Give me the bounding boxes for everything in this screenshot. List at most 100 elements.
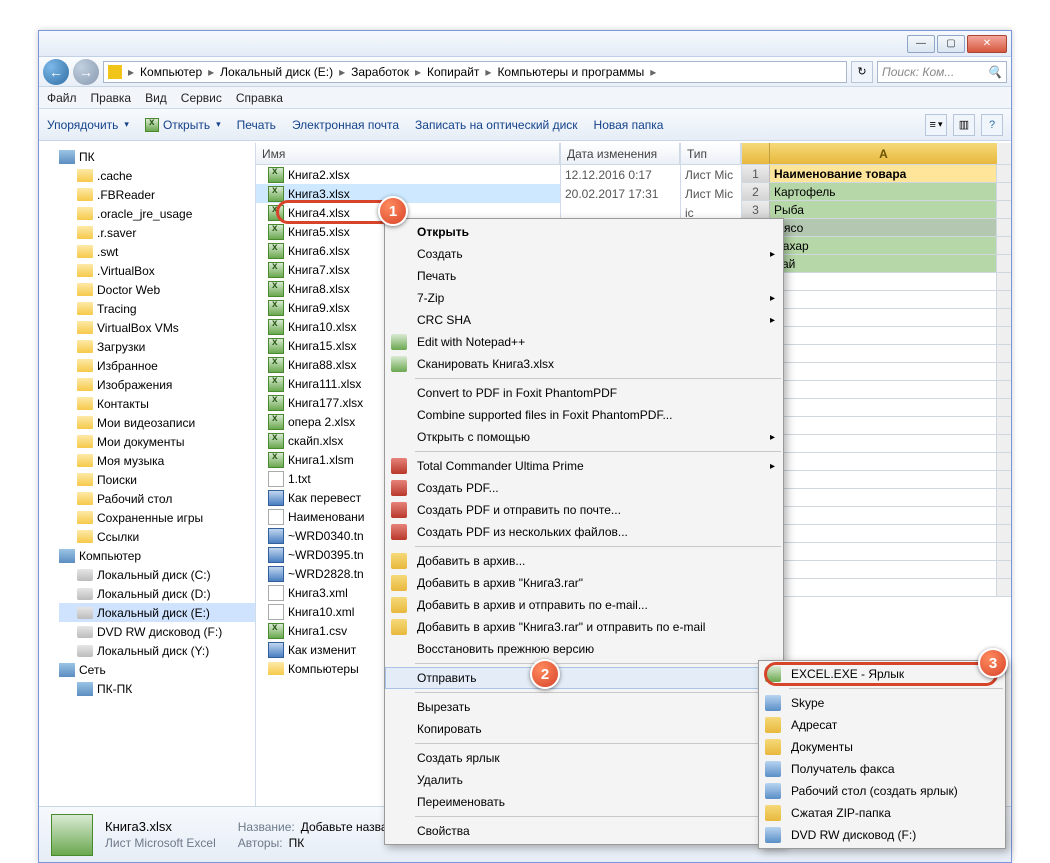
tree-item[interactable]: .oracle_jre_usage [59,204,255,223]
col-name[interactable]: Имя [256,143,560,164]
menu-item[interactable]: Получатель факса [759,758,1005,780]
menu-item[interactable]: Добавить в архив и отправить по e-mail..… [385,594,783,616]
preview-cell[interactable]: Сахар [770,237,997,254]
menu-view[interactable]: Вид [145,91,167,105]
col-type[interactable]: Тип [681,143,741,164]
menu-item[interactable]: CRC SHA [385,309,783,331]
menu-item[interactable]: Добавить в архив... [385,550,783,572]
file-row[interactable]: Книга3.xlsx [256,184,560,203]
tree-item[interactable]: Изображения [59,375,255,394]
menu-item[interactable]: Документы [759,736,1005,758]
preview-cell[interactable] [770,525,997,542]
menu-item[interactable]: Отправить [385,667,783,689]
scrollbar[interactable] [997,143,1011,164]
menu-edit[interactable]: Правка [91,91,132,105]
tree-item[interactable]: Tracing [59,299,255,318]
bc-item[interactable]: Копирайт [423,65,483,79]
tree-item[interactable]: .VirtualBox [59,261,255,280]
breadcrumb[interactable]: ▸ Компьютер▸ Локальный диск (E:)▸ Зарабо… [103,61,847,83]
preview-cell[interactable] [770,489,997,506]
tree-item[interactable]: Сохраненные игры [59,508,255,527]
tree-item[interactable]: VirtualBox VMs [59,318,255,337]
tree-item[interactable]: Локальный диск (C:) [59,565,255,584]
tree-item[interactable]: Избранное [59,356,255,375]
folder-tree[interactable]: ПК.cache.FBReader.oracle_jre_usage.r.sav… [39,143,256,806]
menu-item[interactable]: Convert to PDF in Foxit PhantomPDF [385,382,783,404]
menu-item[interactable]: Печать [385,265,783,287]
menu-item[interactable]: Combine supported files in Foxit Phantom… [385,404,783,426]
menu-item[interactable]: Сканировать Книга3.xlsx [385,353,783,375]
menu-item[interactable]: Переименовать [385,791,783,813]
col-date[interactable]: Дата изменения [561,143,680,164]
menu-item[interactable]: Восстановить прежнюю версию [385,638,783,660]
preview-cell[interactable] [770,471,997,488]
menu-item[interactable]: Создать PDF из нескольких файлов... [385,521,783,543]
tree-item[interactable]: Компьютер [59,546,255,565]
view-button[interactable]: ≡ [925,114,947,136]
menu-item[interactable]: Добавить в архив "Книга3.rar" [385,572,783,594]
menu-item[interactable]: Создать PDF... [385,477,783,499]
tree-item[interactable]: .FBReader [59,185,255,204]
back-button[interactable]: ← [43,59,69,85]
maximize-button[interactable]: ▢ [937,35,965,53]
menu-item[interactable]: Edit with Notepad++ [385,331,783,353]
menu-file[interactable]: Файл [47,91,77,105]
sendto-submenu[interactable]: EXCEL.EXE - ЯрлыкSkypeАдресатДокументыПо… [758,660,1006,849]
preview-cell[interactable] [770,363,997,380]
forward-button[interactable]: → [73,59,99,85]
open-button[interactable]: Открыть [145,118,221,132]
preview-cell[interactable] [770,507,997,524]
search-input[interactable]: Поиск: Ком... 🔍 [877,61,1007,83]
preview-cell[interactable]: Картофель [770,183,997,200]
newfolder-button[interactable]: Новая папка [594,118,664,132]
menu-item[interactable]: Удалить [385,769,783,791]
burn-button[interactable]: Записать на оптический диск [415,118,578,132]
preview-cell[interactable] [770,453,997,470]
menu-item[interactable]: Total Commander Ultima Prime [385,455,783,477]
preview-cell[interactable]: Мясо [770,219,997,236]
menu-item[interactable]: Открыть с помощью [385,426,783,448]
preview-cell[interactable] [770,417,997,434]
help-button[interactable]: ? [981,114,1003,136]
preview-cell[interactable] [770,561,997,578]
tree-item[interactable]: Локальный диск (Y:) [59,641,255,660]
preview-cell[interactable]: Наименование товара [770,165,997,182]
menu-item[interactable]: Создать PDF и отправить по почте... [385,499,783,521]
tree-item[interactable]: .cache [59,166,255,185]
preview-cell[interactable] [770,273,997,290]
tree-item[interactable]: Контакты [59,394,255,413]
close-button[interactable]: ✕ [967,35,1007,53]
preview-cell[interactable] [770,435,997,452]
tree-item[interactable]: Мои видеозаписи [59,413,255,432]
preview-cell[interactable] [770,381,997,398]
bc-item[interactable]: Компьютеры и программы [493,65,648,79]
tree-item[interactable]: Мои документы [59,432,255,451]
menu-item[interactable]: EXCEL.EXE - Ярлык [759,663,1005,685]
preview-cell[interactable] [770,327,997,344]
menu-item[interactable]: Сжатая ZIP-папка [759,802,1005,824]
mail-button[interactable]: Электронная почта [292,118,399,132]
preview-cell[interactable] [770,579,997,596]
preview-cell[interactable] [770,399,997,416]
preview-cell[interactable] [770,309,997,326]
row-header[interactable]: 3 [742,201,770,218]
tree-item[interactable]: .r.saver [59,223,255,242]
tree-item[interactable]: ПК [59,147,255,166]
menu-item[interactable]: 7-Zip [385,287,783,309]
tree-item[interactable]: ПК-ПК [59,679,255,698]
tree-item[interactable]: .swt [59,242,255,261]
preview-cell[interactable] [770,543,997,560]
tree-item[interactable]: Локальный диск (D:) [59,584,255,603]
preview-cell[interactable] [770,291,997,308]
preview-cell[interactable] [770,345,997,362]
menu-item[interactable]: Создать [385,243,783,265]
minimize-button[interactable]: — [907,35,935,53]
menu-item[interactable]: Копировать [385,718,783,740]
menu-help[interactable]: Справка [236,91,283,105]
menu-item[interactable]: Свойства [385,820,783,842]
menu-item[interactable]: Вырезать [385,696,783,718]
refresh-button[interactable]: ↻ [851,61,873,83]
organize-button[interactable]: Упорядочить [47,118,129,132]
context-menu[interactable]: ОткрытьСоздатьПечать7-ZipCRC SHAEdit wit… [384,218,784,845]
preview-cell[interactable]: Рыба [770,201,997,218]
